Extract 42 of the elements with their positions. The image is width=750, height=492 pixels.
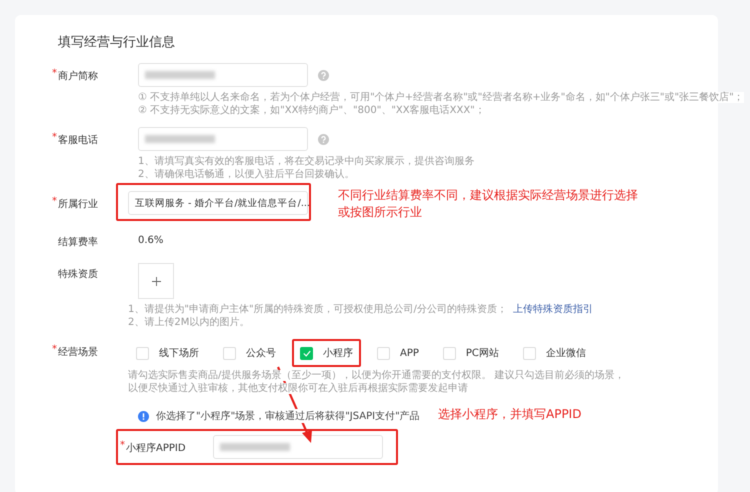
blurred-value (220, 443, 290, 451)
checkbox[interactable] (300, 346, 313, 360)
info-icon (138, 410, 149, 422)
checkbox-option[interactable]: APP (369, 339, 427, 367)
field-label: 商户简称 (58, 71, 98, 82)
input-field[interactable] (213, 435, 383, 459)
checkbox-option[interactable]: PC网站 (434, 339, 507, 367)
plus-icon (152, 276, 160, 286)
field-label: 所属行业 (58, 199, 98, 210)
required-mark: * (120, 440, 125, 451)
blurred-value (145, 71, 215, 79)
checkbox-option[interactable]: 企业微信 (514, 339, 594, 367)
annotation-text: 不同行业结算费率不同，建议根据实际经营场景进行选择 (338, 187, 638, 204)
required-mark: * (52, 132, 57, 143)
checkbox-option[interactable]: 线下场所 (128, 339, 207, 367)
checkbox-option[interactable]: 小程序 (292, 339, 361, 367)
field-label: 小程序APPID (126, 443, 186, 454)
blurred-value (145, 135, 215, 143)
field-label: 客服电话 (58, 135, 98, 146)
rate-value: 0.6% (138, 234, 164, 246)
annotation-text: 选择小程序，并填写APPID (438, 406, 582, 423)
input-field[interactable] (138, 127, 308, 151)
checkbox-option[interactable]: 公众号 (215, 339, 284, 367)
hint-text: 1、请填写真实有效的客服电话，将在交易记录中向买家展示，提供咨询服务 (138, 156, 474, 167)
check-icon (302, 350, 310, 356)
required-mark: * (52, 68, 57, 79)
annotation-text: 或按图所示行业 (338, 204, 423, 221)
field-label: 结算费率 (58, 237, 98, 248)
required-mark: * (52, 344, 57, 355)
upload-box[interactable] (138, 263, 174, 299)
section-title: 填写经营与行业信息 (58, 35, 176, 51)
required-mark: * (52, 196, 57, 207)
industry-select[interactable]: 互联网服务 - 婚介平台/就业信息平台/... (128, 191, 308, 215)
hint-text: 以便尽快通过入驻审核，其他支付权限你可在入驻后再根据实际需要发起申请 (128, 383, 468, 394)
help-icon[interactable] (318, 134, 329, 144)
input-field[interactable] (138, 63, 308, 87)
help-icon[interactable] (318, 70, 329, 80)
hint-text: ① 不支持单纯以人名来命名，若为个体户经营，可用"个体户+经营者名称"或"经营者名称+业务"命名，如"个体户张三"或"张三餐饮店"； (138, 92, 744, 103)
guide-link[interactable]: 上传特殊资质指引 (512, 304, 593, 315)
field-label: 经营场景 (58, 347, 98, 358)
field-label: 特殊资质 (58, 269, 98, 280)
notice-text: 你选择了"小程序"场景，审核通过后将获得"JSAPI支付"产品 (156, 409, 420, 423)
